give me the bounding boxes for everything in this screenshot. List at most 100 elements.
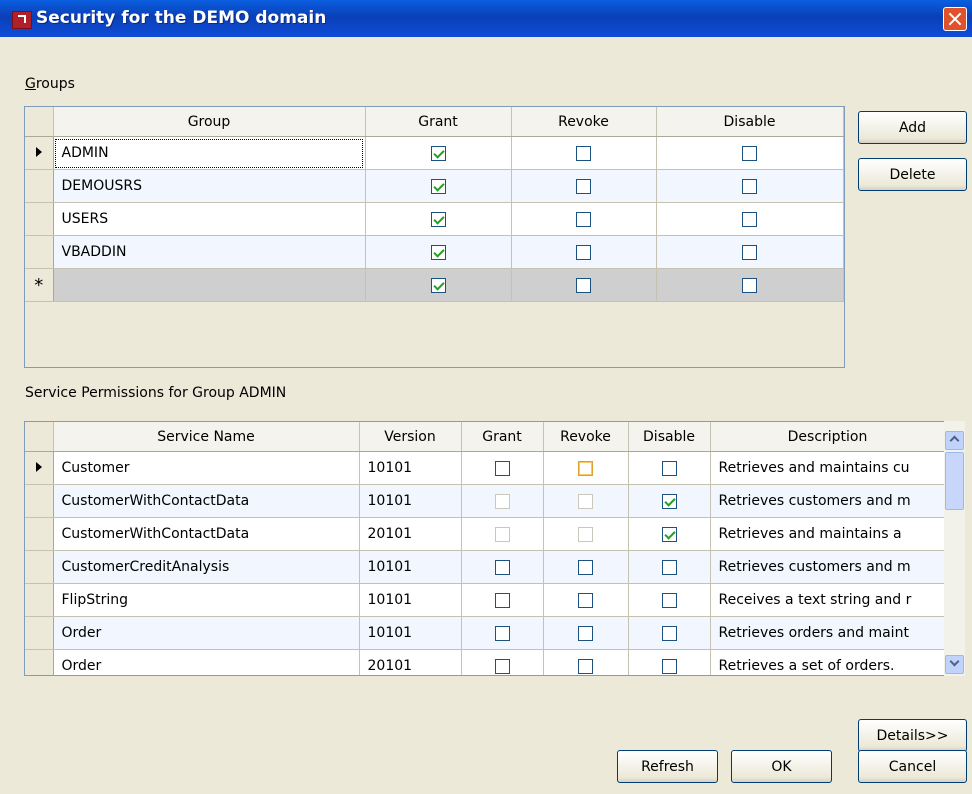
services-col-revoke[interactable]: Revoke bbox=[543, 422, 629, 452]
scroll-up-icon[interactable] bbox=[945, 431, 964, 450]
delete-button[interactable]: Delete bbox=[858, 158, 967, 191]
revoke-checkbox[interactable] bbox=[578, 526, 593, 542]
grant-checkbox[interactable] bbox=[430, 277, 446, 293]
add-button[interactable]: Add bbox=[858, 111, 967, 144]
service-name-cell[interactable]: Customer bbox=[53, 451, 360, 485]
description-cell[interactable]: Retrieves orders and maint bbox=[710, 616, 944, 650]
row-header[interactable] bbox=[25, 616, 54, 650]
service-name-cell[interactable]: CustomerCreditAnalysis bbox=[53, 550, 360, 584]
description-cell[interactable]: Retrieves and maintains a bbox=[710, 517, 944, 551]
version-cell[interactable]: 10101 bbox=[359, 616, 462, 650]
groups-col-group[interactable]: Group bbox=[53, 107, 366, 137]
service-name-cell[interactable]: CustomerWithContactData bbox=[53, 484, 360, 518]
new-group-name-cell[interactable] bbox=[53, 268, 366, 302]
revoke-checkbox[interactable] bbox=[578, 460, 593, 476]
services-grid[interactable]: Service Name Version Grant Revoke Disabl… bbox=[24, 421, 944, 676]
revoke-checkbox[interactable] bbox=[578, 493, 593, 509]
disable-checkbox[interactable] bbox=[661, 526, 677, 542]
disable-checkbox[interactable] bbox=[742, 211, 757, 227]
new-row[interactable]: * bbox=[25, 268, 844, 302]
disable-checkbox[interactable] bbox=[661, 658, 677, 674]
version-cell[interactable]: 20101 bbox=[359, 517, 462, 551]
grant-checkbox[interactable] bbox=[430, 211, 446, 227]
table-row[interactable]: USERS bbox=[25, 202, 844, 236]
service-name-cell[interactable]: Order bbox=[53, 649, 360, 675]
groups-col-disable[interactable]: Disable bbox=[656, 107, 844, 137]
table-row[interactable]: FlipString 10101 Receives a text string an… bbox=[25, 583, 944, 617]
groups-grid[interactable]: Group Grant Revoke Disable ADMIN DEMOUSRS… bbox=[24, 106, 845, 368]
disable-checkbox[interactable] bbox=[661, 592, 677, 608]
version-cell[interactable]: 10101 bbox=[359, 451, 462, 485]
cancel-button[interactable]: Cancel bbox=[858, 750, 967, 783]
description-cell[interactable]: Retrieves customers and m bbox=[710, 484, 944, 518]
revoke-checkbox[interactable] bbox=[578, 592, 593, 608]
table-row[interactable]: Order 20101 Retrieves a set of orders. bbox=[25, 649, 944, 675]
table-row[interactable]: Order 10101 Retrieves orders and maint bbox=[25, 616, 944, 650]
disable-checkbox[interactable] bbox=[661, 625, 677, 641]
details-button[interactable]: Details>> bbox=[858, 719, 967, 752]
disable-checkbox[interactable] bbox=[742, 145, 757, 161]
grant-checkbox[interactable] bbox=[494, 625, 510, 641]
table-row[interactable]: CustomerWithContactData 20101 Retrieves an… bbox=[25, 517, 944, 551]
services-col-version[interactable]: Version bbox=[359, 422, 462, 452]
group-name-cell[interactable]: DEMOUSRS bbox=[53, 169, 366, 203]
description-cell[interactable]: Receives a text string and r bbox=[710, 583, 944, 617]
group-name-cell[interactable]: USERS bbox=[53, 202, 366, 236]
row-header[interactable] bbox=[25, 517, 54, 551]
row-header[interactable] bbox=[25, 484, 54, 518]
revoke-checkbox[interactable] bbox=[576, 211, 591, 227]
version-cell[interactable]: 10101 bbox=[359, 484, 462, 518]
grant-checkbox[interactable] bbox=[430, 145, 446, 161]
services-col-grant[interactable]: Grant bbox=[461, 422, 544, 452]
table-row[interactable]: CustomerWithContactData 10101 Retrieves cu… bbox=[25, 484, 944, 518]
groups-col-grant[interactable]: Grant bbox=[365, 107, 512, 137]
row-header[interactable] bbox=[25, 169, 54, 203]
grant-checkbox[interactable] bbox=[430, 244, 446, 260]
version-cell[interactable]: 20101 bbox=[359, 649, 462, 675]
row-header[interactable] bbox=[25, 550, 54, 584]
close-button[interactable] bbox=[943, 7, 967, 31]
description-cell[interactable]: Retrieves customers and m bbox=[710, 550, 944, 584]
revoke-checkbox[interactable] bbox=[576, 178, 591, 194]
group-name-cell[interactable]: VBADDIN bbox=[53, 235, 366, 269]
row-header[interactable] bbox=[25, 451, 54, 485]
revoke-checkbox[interactable] bbox=[576, 244, 591, 260]
table-row[interactable]: Customer 10101 Retrieves and maintains cu bbox=[25, 451, 944, 485]
grant-checkbox[interactable] bbox=[494, 460, 510, 476]
grant-checkbox[interactable] bbox=[494, 658, 510, 674]
revoke-checkbox[interactable] bbox=[578, 559, 593, 575]
description-cell[interactable]: Retrieves and maintains cu bbox=[710, 451, 944, 485]
table-row[interactable]: CustomerCreditAnalysis 10101 Retrieves cus… bbox=[25, 550, 944, 584]
ok-button[interactable]: OK bbox=[731, 750, 832, 783]
revoke-checkbox[interactable] bbox=[576, 277, 591, 293]
disable-checkbox[interactable] bbox=[742, 277, 757, 293]
revoke-checkbox[interactable] bbox=[576, 145, 591, 161]
row-header[interactable] bbox=[25, 649, 54, 675]
version-cell[interactable]: 10101 bbox=[359, 583, 462, 617]
grant-checkbox[interactable] bbox=[430, 178, 446, 194]
description-cell[interactable]: Retrieves a set of orders. bbox=[710, 649, 944, 675]
revoke-checkbox[interactable] bbox=[578, 658, 593, 674]
service-name-cell[interactable]: Order bbox=[53, 616, 360, 650]
services-col-name[interactable]: Service Name bbox=[53, 422, 360, 452]
row-header[interactable] bbox=[25, 136, 54, 170]
service-name-cell[interactable]: FlipString bbox=[53, 583, 360, 617]
services-scrollbar[interactable] bbox=[944, 421, 965, 676]
refresh-button[interactable]: Refresh bbox=[617, 750, 718, 783]
disable-checkbox[interactable] bbox=[742, 244, 757, 260]
service-name-cell[interactable]: CustomerWithContactData bbox=[53, 517, 360, 551]
grant-checkbox[interactable] bbox=[494, 526, 510, 542]
groups-col-revoke[interactable]: Revoke bbox=[511, 107, 657, 137]
row-header[interactable] bbox=[25, 583, 54, 617]
disable-checkbox[interactable] bbox=[661, 460, 677, 476]
scroll-down-icon[interactable] bbox=[945, 655, 964, 674]
scroll-thumb[interactable] bbox=[945, 452, 964, 510]
disable-checkbox[interactable] bbox=[661, 493, 677, 509]
version-cell[interactable]: 10101 bbox=[359, 550, 462, 584]
disable-checkbox[interactable] bbox=[742, 178, 757, 194]
table-row[interactable]: VBADDIN bbox=[25, 235, 844, 269]
row-header[interactable] bbox=[25, 235, 54, 269]
table-row[interactable]: ADMIN bbox=[25, 136, 844, 170]
revoke-checkbox[interactable] bbox=[578, 625, 593, 641]
services-col-disable[interactable]: Disable bbox=[628, 422, 711, 452]
